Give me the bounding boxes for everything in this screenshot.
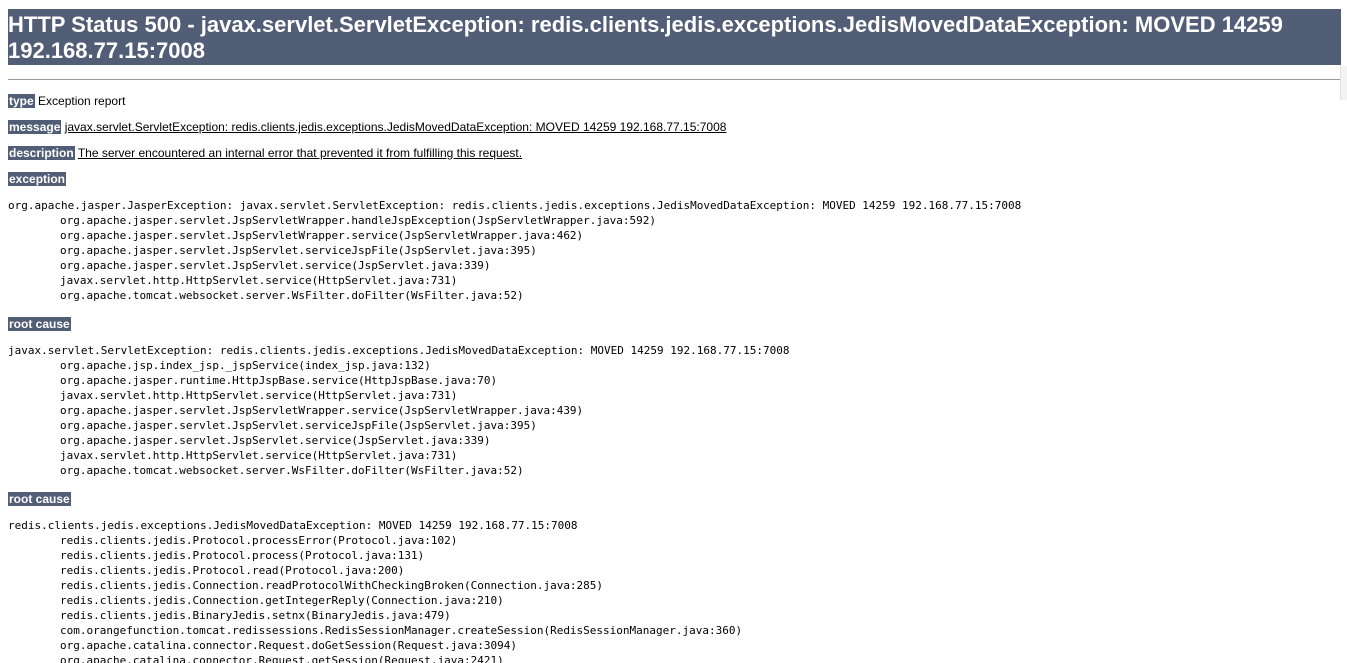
trace-line: redis.clients.jedis.Protocol.process(Pro… — [60, 549, 425, 562]
scrollbar[interactable] — [1340, 66, 1347, 100]
root-cause-label: root cause — [8, 492, 71, 506]
trace-line: javax.servlet.http.HttpServlet.service(H… — [60, 274, 458, 287]
trace-line: org.apache.tomcat.websocket.server.WsFil… — [60, 464, 524, 477]
root-cause-trace-1: javax.servlet.ServletException: redis.cl… — [8, 343, 789, 478]
exception-heading: exception — [8, 171, 67, 187]
trace-line: org.apache.jasper.servlet.JspServletWrap… — [60, 404, 584, 417]
type-value: Exception report — [38, 94, 126, 108]
type-label: type — [8, 94, 35, 108]
divider — [8, 79, 1341, 80]
description-row: description The server encountered an in… — [8, 145, 522, 161]
trace-line: redis.clients.jedis.Connection.getIntege… — [60, 594, 504, 607]
trace-line: org.apache.jasper.servlet.JspServlet.ser… — [60, 434, 491, 447]
trace-line: org.apache.catalina.connector.Request.ge… — [60, 654, 504, 663]
description-label: description — [8, 146, 75, 160]
message-label: message — [8, 120, 62, 134]
trace-line: org.apache.jasper.JasperException: javax… — [8, 199, 1022, 212]
message-row: message javax.servlet.ServletException: … — [8, 119, 726, 135]
trace-line: org.apache.jsp.index_jsp._jspService(ind… — [60, 359, 431, 372]
trace-line: redis.clients.jedis.Connection.readProto… — [60, 579, 604, 592]
root-cause-heading-1: root cause — [8, 316, 71, 332]
trace-line: org.apache.jasper.servlet.JspServletWrap… — [60, 214, 657, 227]
exception-trace: org.apache.jasper.JasperException: javax… — [8, 198, 1021, 303]
trace-line: javax.servlet.http.HttpServlet.service(H… — [60, 449, 458, 462]
trace-line: javax.servlet.http.HttpServlet.service(H… — [60, 389, 458, 402]
trace-line: redis.clients.jedis.exceptions.JedisMove… — [8, 519, 578, 532]
trace-line: org.apache.jasper.servlet.JspServletWrap… — [60, 229, 584, 242]
trace-line: org.apache.jasper.servlet.JspServlet.ser… — [60, 244, 537, 257]
trace-line: org.apache.jasper.runtime.HttpJspBase.se… — [60, 374, 498, 387]
message-value: javax.servlet.ServletException: redis.cl… — [64, 120, 727, 134]
trace-line: redis.clients.jedis.Protocol.processErro… — [60, 534, 458, 547]
trace-line: org.apache.jasper.servlet.JspServlet.ser… — [60, 259, 491, 272]
description-value: The server encountered an internal error… — [77, 146, 523, 160]
type-row: type Exception report — [8, 93, 125, 109]
trace-line: org.apache.tomcat.websocket.server.WsFil… — [60, 289, 524, 302]
root-cause-heading-2: root cause — [8, 491, 71, 507]
error-page: HTTP Status 500 - javax.servlet.ServletE… — [0, 0, 1347, 663]
trace-line: javax.servlet.ServletException: redis.cl… — [8, 344, 790, 357]
root-cause-label: root cause — [8, 317, 71, 331]
trace-line: com.orangefunction.tomcat.redissessions.… — [60, 624, 743, 637]
exception-label: exception — [8, 172, 67, 186]
trace-line: org.apache.jasper.servlet.JspServlet.ser… — [60, 419, 537, 432]
page-title: HTTP Status 500 - javax.servlet.ServletE… — [8, 9, 1341, 65]
trace-line: redis.clients.jedis.BinaryJedis.setnx(Bi… — [60, 609, 451, 622]
root-cause-trace-2: redis.clients.jedis.exceptions.JedisMove… — [8, 518, 742, 663]
trace-line: org.apache.catalina.connector.Request.do… — [60, 639, 517, 652]
trace-line: redis.clients.jedis.Protocol.read(Protoc… — [60, 564, 405, 577]
